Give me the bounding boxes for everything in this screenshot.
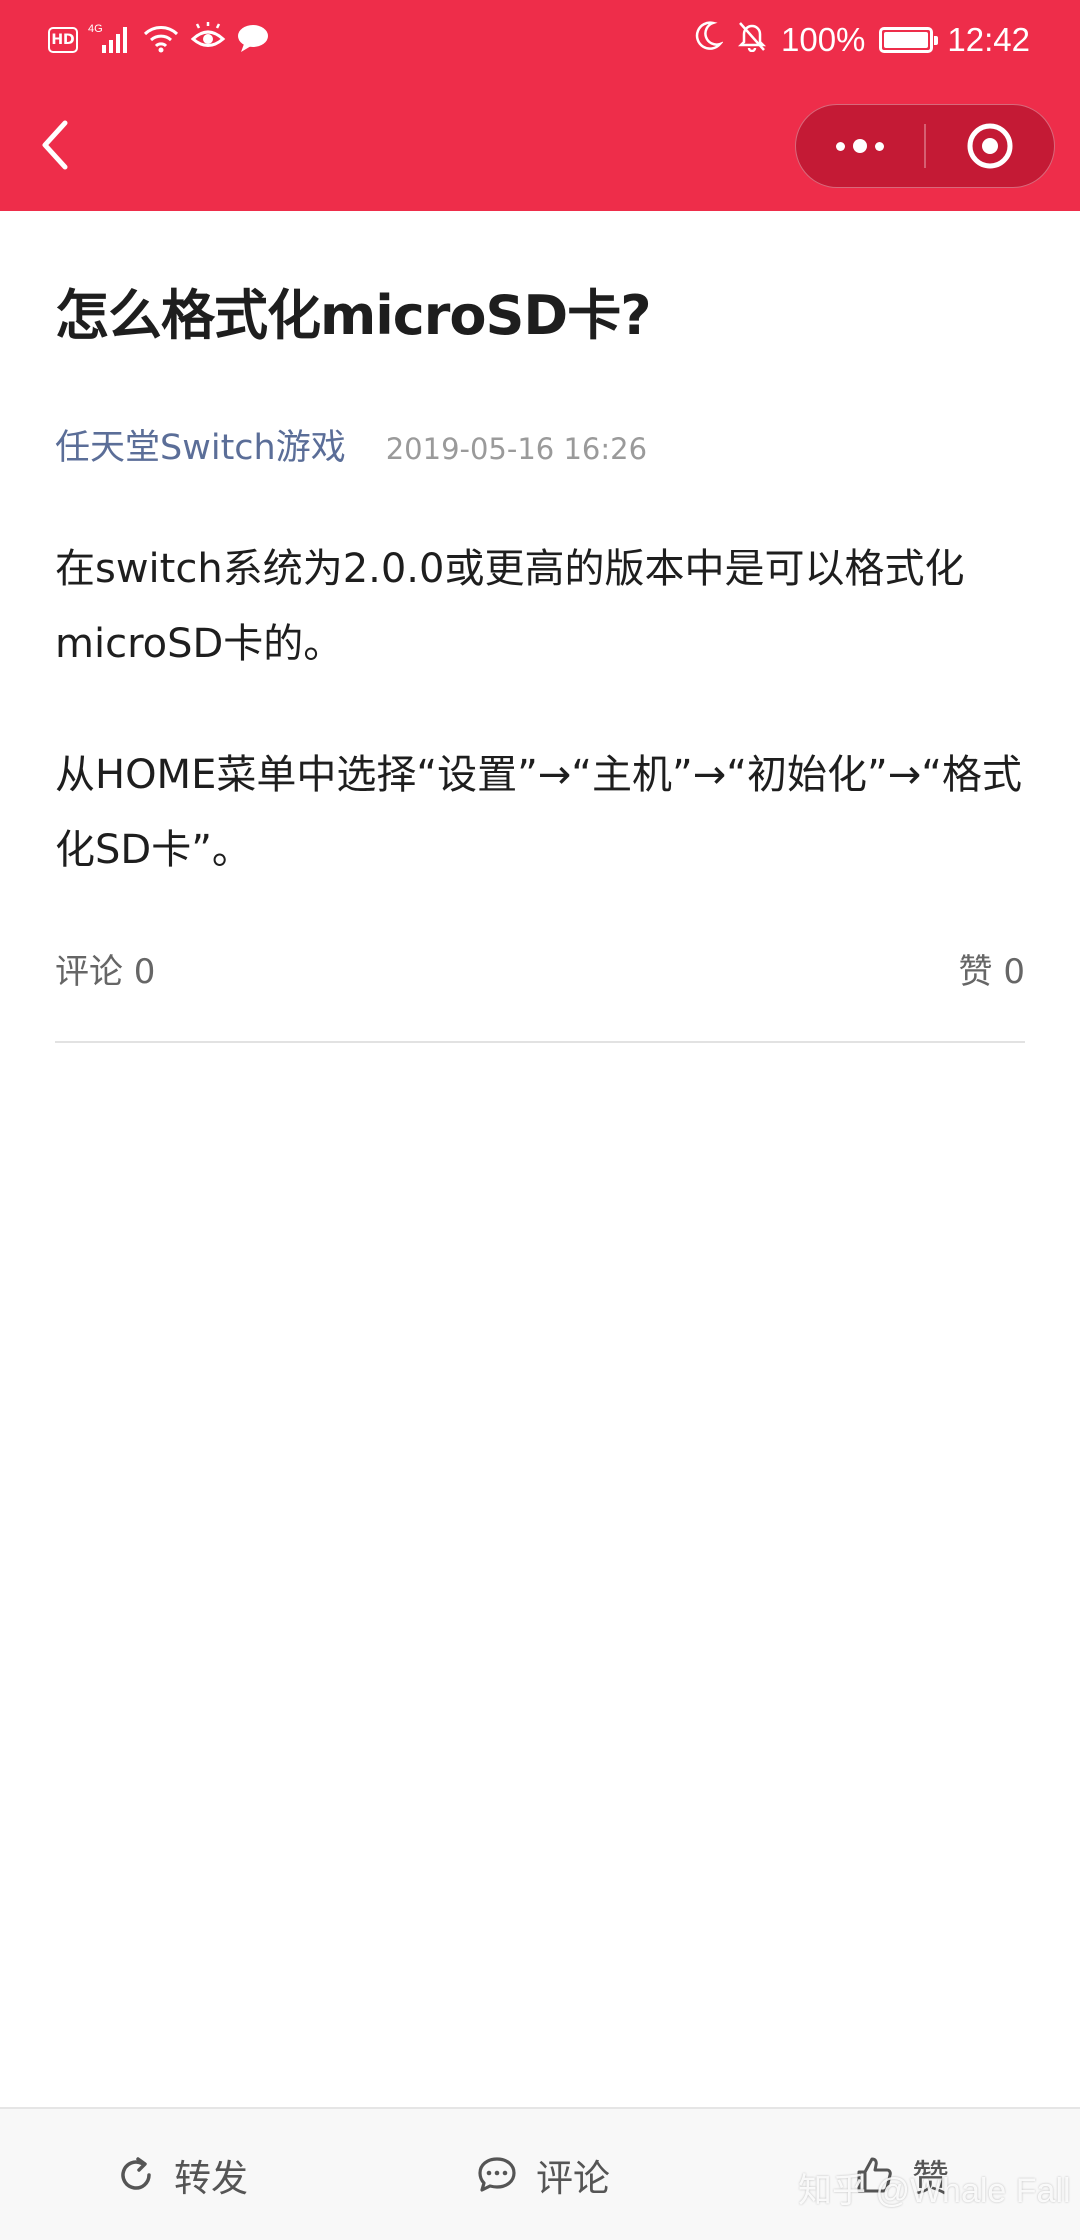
moon-icon [693,20,724,60]
message-icon [236,22,270,58]
svg-text:4G: 4G [88,23,103,35]
status-bar: HD 4G 100% 12:42 [0,0,1080,80]
close-button[interactable] [926,105,1054,187]
share-label: 转发 [174,2156,248,2200]
battery-fill [884,32,929,48]
article-body: 在switch系统为2.0.0或更高的版本中是可以格式化microSD卡的。 从… [55,532,1025,888]
status-time: 12:42 [947,21,1030,58]
article: 怎么格式化microSD卡? 任天堂Switch游戏 2019-05-16 16… [55,211,1025,1043]
like-count[interactable]: 赞 0 [959,944,1025,993]
app-header: HD 4G 100% 12:42 [0,0,1080,211]
nav-bar [0,80,1080,211]
wifi-icon [142,22,180,58]
body-paragraph: 从HOME菜单中选择“设置”→“主机”→“初始化”→“格式化SD卡”。 [55,752,1022,873]
battery-percent: 100% [781,21,866,58]
bell-off-icon [737,20,767,60]
signal-4g-icon: 4G [88,21,132,59]
comment-button[interactable]: 评论 [476,2109,610,2240]
more-dots-icon [836,139,884,153]
eye-icon [190,22,226,58]
status-left-icons: HD 4G [48,20,270,60]
mini-program-capsule [795,104,1055,188]
comment-icon [478,2156,516,2192]
status-right-icons: 100% 12:42 [693,16,1030,64]
comment-count[interactable]: 评论 0 [55,944,155,993]
article-meta: 任天堂Switch游戏 2019-05-16 16:26 [55,419,1025,470]
battery-icon [879,27,939,53]
article-stats: 评论 0 赞 0 [55,944,1025,1043]
share-button[interactable]: 转发 [116,2109,248,2240]
publish-date: 2019-05-16 16:26 [385,432,648,466]
chevron-left-icon [42,120,68,170]
watermark: 知乎 @Whale Fall [798,2172,1071,2210]
comment-label: 评论 [536,2156,610,2200]
back-button[interactable] [26,110,82,180]
article-title: 怎么格式化microSD卡? [55,284,652,347]
body-paragraph: 在switch系统为2.0.0或更高的版本中是可以格式化microSD卡的。 [55,546,965,667]
target-close-icon [967,123,1013,169]
share-icon [121,2156,151,2190]
hd-icon: HD [48,27,78,53]
more-button[interactable] [796,105,924,187]
author-link[interactable]: 任天堂Switch游戏 [55,419,346,470]
